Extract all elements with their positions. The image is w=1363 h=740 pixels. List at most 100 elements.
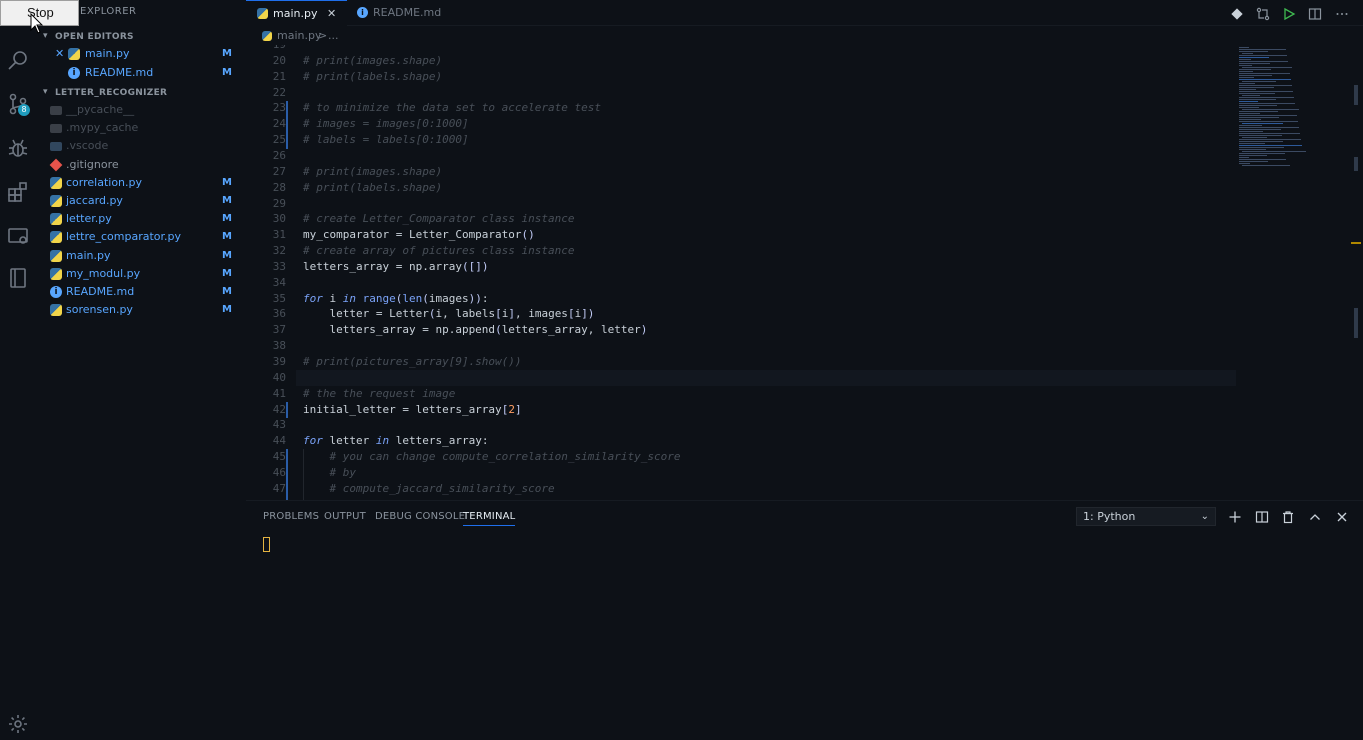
minimap-line <box>1239 141 1283 142</box>
breadcrumb-symbol[interactable]: ... <box>328 27 339 45</box>
tab-readme-md[interactable]: i README.md <box>347 0 457 26</box>
plus-icon[interactable] <box>1228 509 1242 523</box>
code-token: 2 <box>508 402 515 416</box>
python-icon <box>50 249 62 262</box>
chevron-up-icon[interactable] <box>1308 509 1322 523</box>
tab-main-py[interactable]: main.py ✕ <box>246 0 347 26</box>
minimap-line <box>1239 127 1299 128</box>
more-actions-icon[interactable] <box>1335 6 1349 20</box>
breadcrumb-file[interactable]: main.py <box>277 27 321 45</box>
open-editor-item[interactable]: i README.md M <box>36 64 246 82</box>
file-tree-item[interactable]: main.py M <box>36 247 246 265</box>
code-token: in <box>342 291 356 305</box>
minimap-line <box>1242 67 1292 68</box>
minimap-line <box>1239 101 1258 102</box>
file-label: correlation.py <box>66 175 143 189</box>
file-tree-item[interactable]: .vscode <box>36 137 246 155</box>
minimap-line <box>1239 145 1302 146</box>
line-number: 22 <box>272 85 286 99</box>
code-line: # labels = labels[0:1000] <box>303 133 469 146</box>
code-line: initial_letter = letters_array[2] <box>303 403 522 416</box>
current-line-highlight <box>296 370 1236 386</box>
chevron-down-icon[interactable]: ▾ <box>43 87 48 97</box>
file-label: README.md <box>85 66 154 79</box>
git-lens-icon[interactable] <box>1230 6 1244 20</box>
code-token: letter = Letter <box>303 307 429 321</box>
line-number: 44 <box>272 434 286 448</box>
file-label: .mypy_cache <box>66 121 139 135</box>
tab-terminal[interactable]: TERMINAL <box>463 511 516 526</box>
extensions-icon[interactable] <box>6 180 30 204</box>
close-icon[interactable]: ✕ <box>55 45 64 63</box>
code-token: for <box>303 434 323 448</box>
code-line: for letter in letters_array: <box>303 434 488 447</box>
file-tree-item[interactable]: jaccard.py M <box>36 192 246 210</box>
minimap-line <box>1239 139 1301 140</box>
tab-debug-console[interactable]: DEBUG CONSOLE <box>375 511 465 522</box>
code-line: # you can change compute_correlation_sim… <box>303 450 681 463</box>
file-tree-item[interactable]: .gitignore <box>36 156 246 174</box>
remote-explorer-icon[interactable] <box>6 224 30 248</box>
line-number: 23 <box>272 101 286 115</box>
terminal-select[interactable]: 1: Python ⌄ <box>1076 507 1216 526</box>
line-number: 35 <box>272 291 286 305</box>
file-tree-item[interactable]: i README.md M <box>36 283 246 301</box>
trash-icon[interactable] <box>1281 509 1295 524</box>
code-editor[interactable]: 19 20 # print(images.shape) 21 # print(label… <box>246 45 1236 500</box>
gear-icon[interactable] <box>6 712 30 736</box>
minimap-line <box>1239 79 1291 80</box>
file-tree-item[interactable]: __pycache__ <box>36 101 246 119</box>
open-editor-item[interactable]: ✕ main.py M <box>36 45 246 63</box>
code-token: [ <box>567 307 575 321</box>
split-terminal-icon[interactable] <box>1255 509 1269 523</box>
editor-scrollbar[interactable] <box>1351 45 1361 500</box>
notebook-icon[interactable] <box>6 266 30 290</box>
tab-problems[interactable]: PROBLEMS <box>263 511 319 522</box>
minimap-line <box>1239 71 1253 72</box>
source-control-icon[interactable]: 8 <box>6 92 30 116</box>
split-editor-icon[interactable] <box>1308 6 1322 20</box>
minimap[interactable] <box>1236 45 1351 175</box>
scm-badge: 8 <box>18 104 30 116</box>
line-number: 20 <box>272 53 286 67</box>
code-line: my_comparator = Letter_Comparator() <box>303 228 535 241</box>
file-tree-item[interactable]: correlation.py M <box>36 174 246 192</box>
compare-changes-icon[interactable] <box>1256 6 1270 21</box>
file-tree-item[interactable]: my_modul.py M <box>36 265 246 283</box>
code-token: # print(images.shape) <box>303 53 443 67</box>
file-tree-item[interactable]: .mypy_cache <box>36 119 246 137</box>
file-tree-item[interactable]: letter.py M <box>36 210 246 228</box>
code-line: # create Letter_Comparator class instanc… <box>303 212 575 225</box>
tab-output[interactable]: OUTPUT <box>324 511 366 522</box>
close-icon[interactable] <box>1335 509 1349 523</box>
code-token: # compute_jaccard_similarity_score <box>329 481 555 495</box>
code-token: ] <box>514 402 522 416</box>
code-token: # print(images.shape) <box>303 164 443 178</box>
debug-icon[interactable] <box>6 136 30 160</box>
terminal-select-value: 1: Python <box>1083 510 1136 523</box>
code-line: # print(labels.shape) <box>303 70 442 83</box>
code-token: ) <box>640 323 648 337</box>
project-title[interactable]: LETTER_RECOGNIZER <box>55 88 167 98</box>
line-number: 27 <box>272 164 286 178</box>
tab-label: README.md <box>373 6 442 19</box>
run-icon[interactable] <box>1282 6 1296 21</box>
close-icon[interactable]: ✕ <box>327 1 336 27</box>
code-token: , images <box>514 307 568 321</box>
line-number: 29 <box>272 196 286 210</box>
file-tree-item[interactable]: lettre_comparator.py M <box>36 228 246 246</box>
code-line: # create array of pictures class instanc… <box>303 244 575 257</box>
file-tree-item[interactable]: sorensen.py M <box>36 301 246 319</box>
code-token: letters_array = np.array <box>303 259 462 273</box>
search-icon[interactable] <box>6 48 30 72</box>
open-editors-title[interactable]: OPEN EDITORS <box>55 32 134 42</box>
minimap-line <box>1239 59 1251 60</box>
code-token: in <box>375 434 390 448</box>
code-token: # images = images[0:1000] <box>303 117 469 131</box>
minimap-line <box>1239 161 1268 162</box>
explorer-title: EXPLORER <box>80 6 137 17</box>
minimap-line <box>1242 151 1306 152</box>
code-line: # print(images.shape) <box>303 165 442 178</box>
